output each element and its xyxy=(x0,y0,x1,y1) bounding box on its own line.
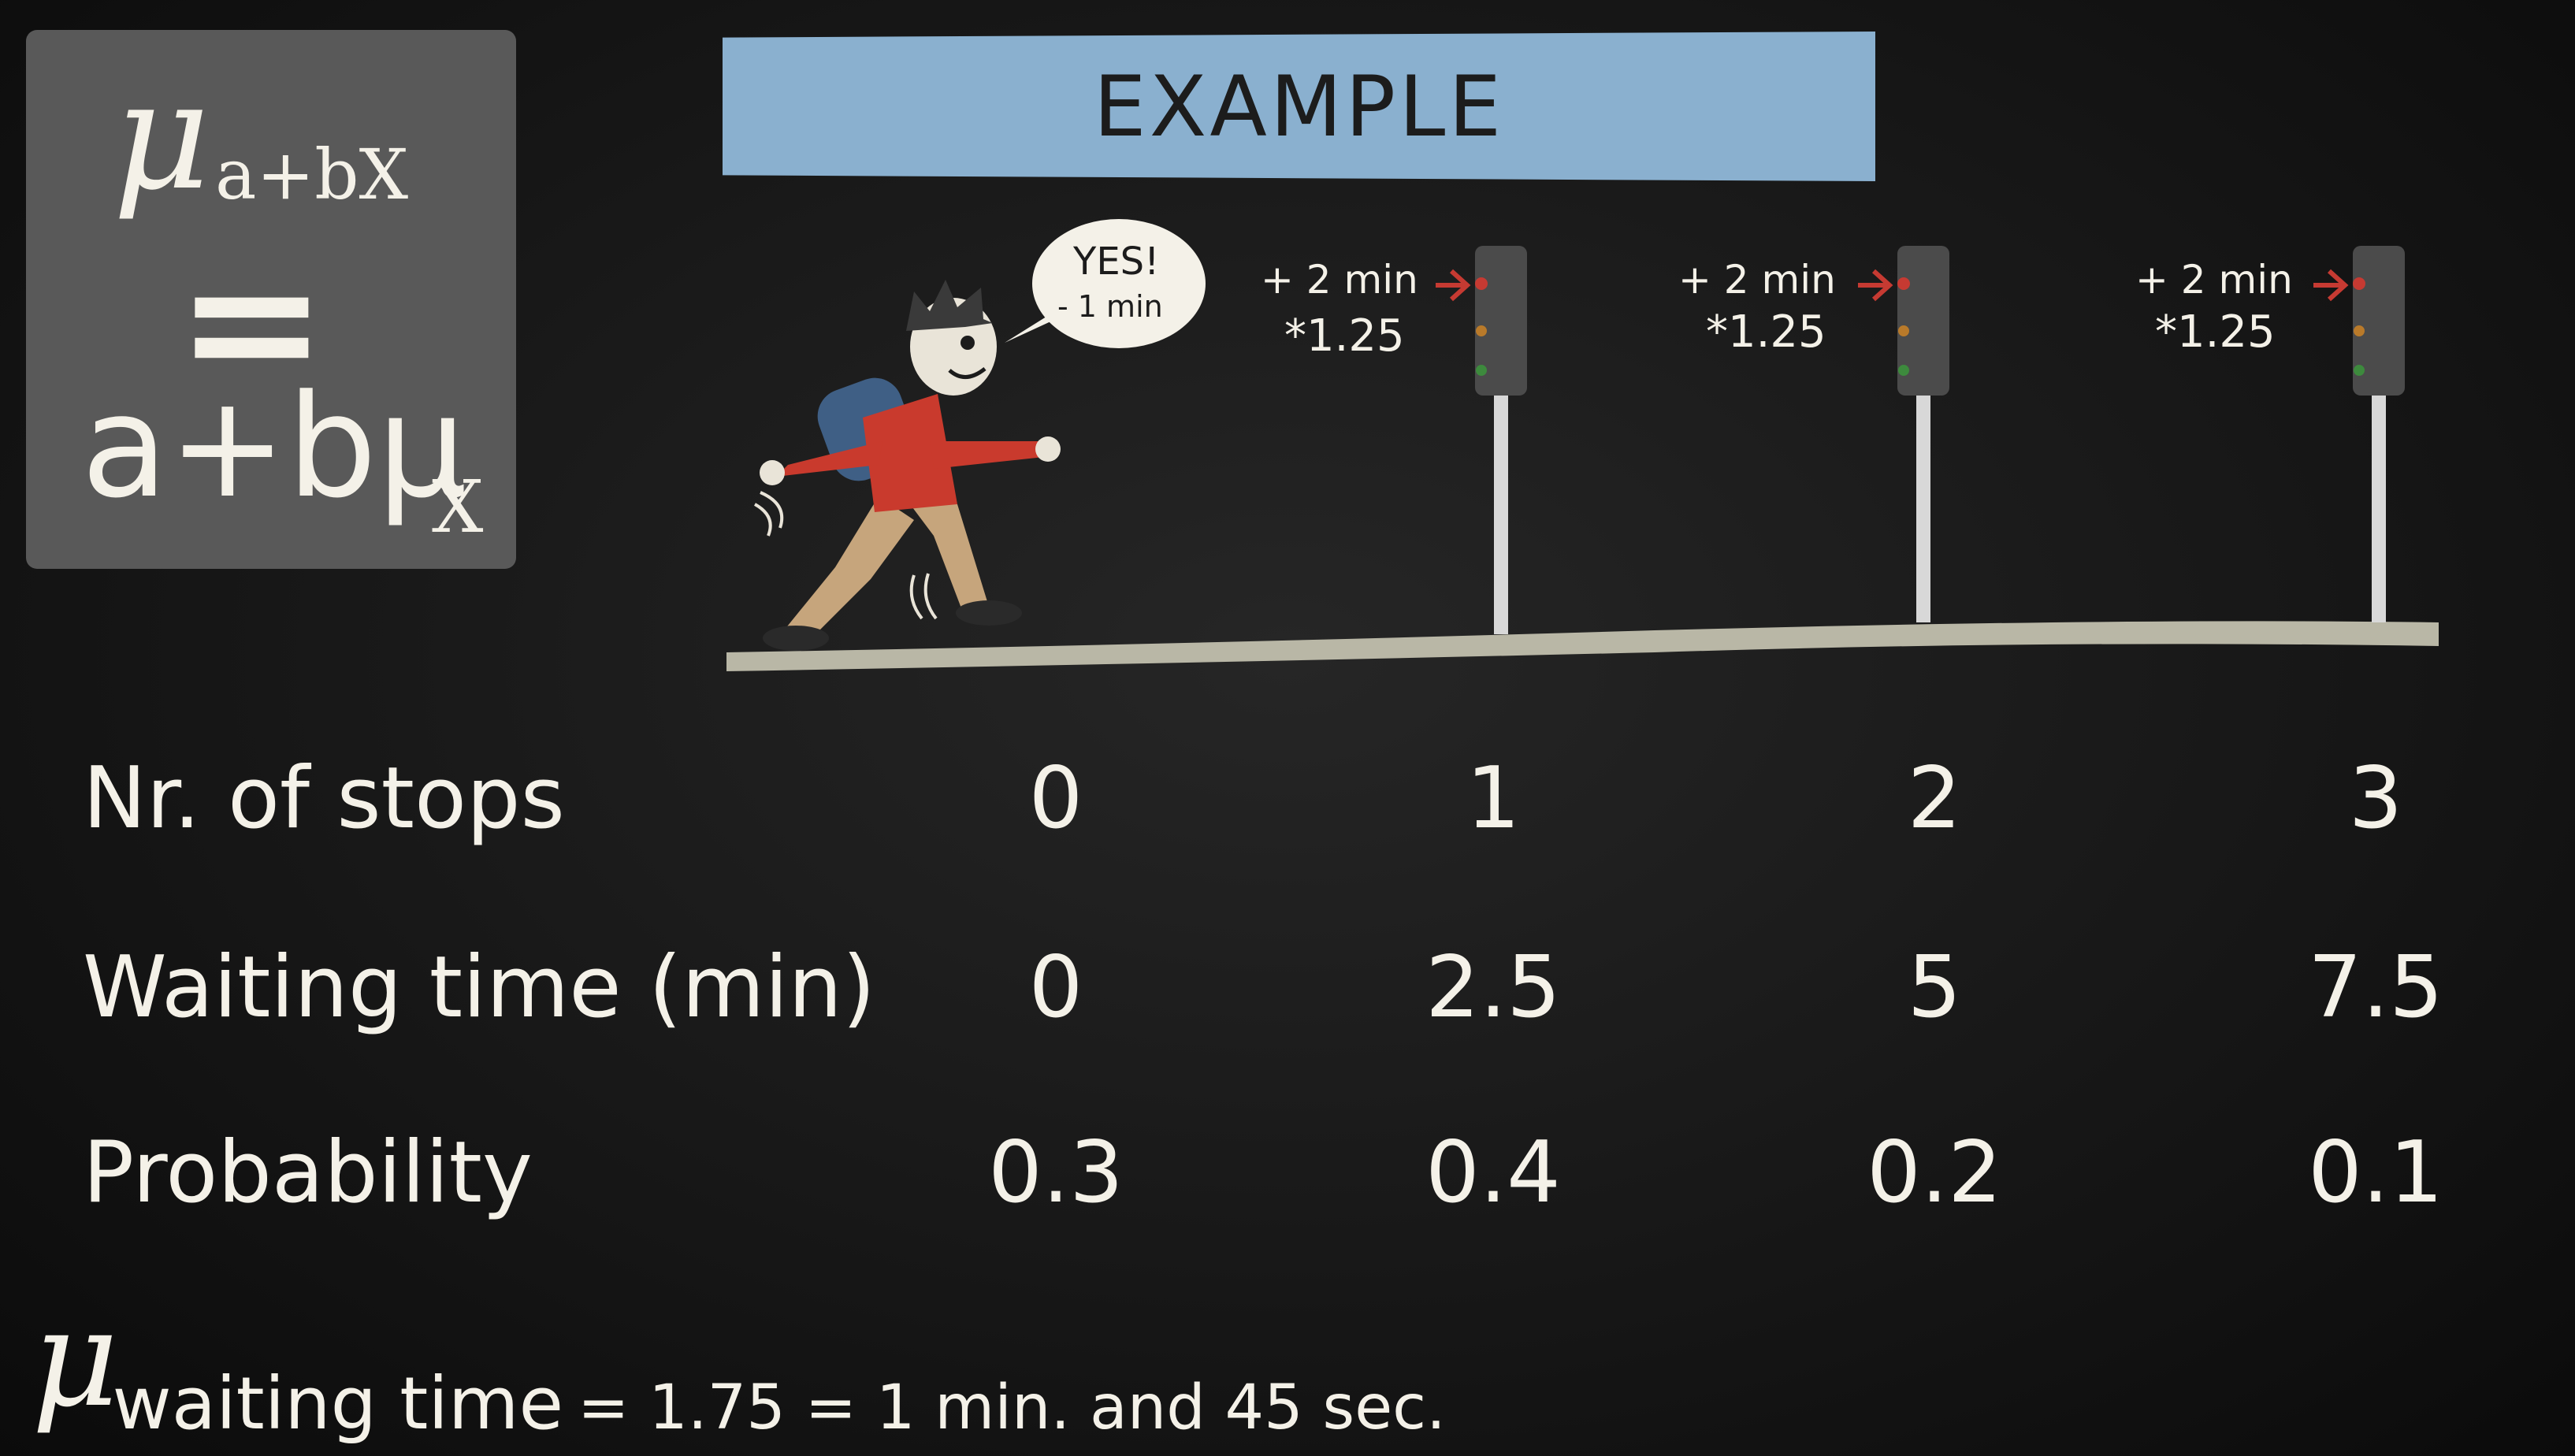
probability-cell: 0.3 xyxy=(988,1124,1124,1222)
mean-formula: μwaiting time = 1.75 = 1 min. and 45 sec. xyxy=(32,1292,1446,1440)
arrow-icon xyxy=(1858,269,1893,302)
row-label-waiting-time: Waiting time (min) xyxy=(83,938,876,1037)
bubble-minus: - 1 min xyxy=(1057,289,1163,324)
light-3-add: + 2 min xyxy=(2135,257,2293,303)
arrow-icon xyxy=(2313,269,2349,302)
row-label-probability: Probability xyxy=(83,1124,533,1222)
waiting-time-cell: 0 xyxy=(1028,938,1083,1037)
stops-cell: 1 xyxy=(1466,749,1521,848)
waiting-time-cell: 2.5 xyxy=(1425,938,1561,1037)
mean-subscript: waiting time xyxy=(112,1361,564,1446)
probability-cell: 0.1 xyxy=(2308,1124,2443,1222)
stops-cell: 0 xyxy=(1028,749,1083,848)
light-2-add: + 2 min xyxy=(1678,257,1836,303)
mean-result: = 1.75 = 1 min. and 45 sec. xyxy=(578,1372,1446,1443)
waiting-time-cell: 7.5 xyxy=(2308,938,2443,1037)
light-1-add: + 2 min xyxy=(1261,257,1418,303)
traffic-light-1-icon xyxy=(1475,246,1527,634)
bubble-yes: YES! xyxy=(1072,240,1159,284)
traffic-light-2-icon xyxy=(1897,246,1949,622)
ground-strip xyxy=(726,621,2439,671)
light-1-mult: *1.25 xyxy=(1284,310,1405,362)
probability-cell: 0.2 xyxy=(1867,1124,2002,1222)
probability-cell: 0.4 xyxy=(1425,1124,1561,1222)
waiting-time-cell: 5 xyxy=(1907,938,1962,1037)
mean-mu-symbol: μ xyxy=(32,1281,119,1437)
arrow-icon xyxy=(1436,269,1471,302)
light-2-mult: *1.25 xyxy=(1706,306,1826,358)
illustration: + 2 min *1.25 + 2 min *1.25 + 2 min *1.2… xyxy=(726,219,2439,671)
speech-bubble: YES! - 1 min xyxy=(1005,219,1206,348)
row-label-stops: Nr. of stops xyxy=(83,749,565,848)
stops-cell: 3 xyxy=(2348,749,2403,848)
walking-person-icon xyxy=(753,280,1061,651)
traffic-light-3-icon xyxy=(2353,246,2405,622)
stops-cell: 2 xyxy=(1907,749,1962,848)
light-3-mult: *1.25 xyxy=(2155,306,2276,358)
